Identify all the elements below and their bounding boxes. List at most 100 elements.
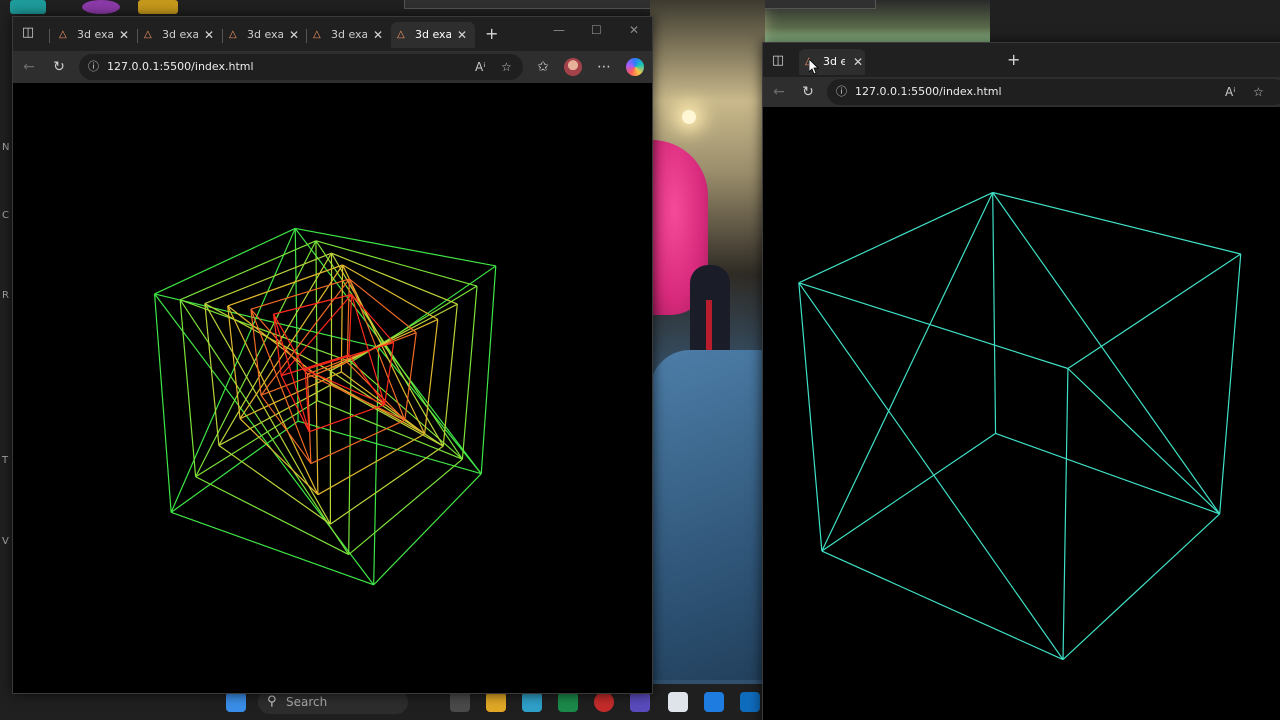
cube-edge	[1062, 513, 1221, 660]
folder-icon	[138, 0, 178, 14]
close-icon[interactable]: ✕	[457, 22, 467, 48]
refresh-icon[interactable]: ↻	[49, 57, 69, 77]
back-arrow-icon[interactable]: ←	[19, 57, 39, 77]
cube-edge	[1067, 368, 1221, 515]
navigation-toolbar: ← ↻ ⓘ 127.0.0.1:5500/index.html Aⁱ ☆	[763, 77, 1280, 107]
cube-edge	[995, 432, 1220, 515]
tab-actions-icon[interactable]: ◫	[20, 25, 36, 41]
cube-edge	[348, 294, 353, 356]
page-canvas[interactable]	[13, 83, 652, 693]
more-icon[interactable]: ⋯	[594, 57, 614, 77]
tab-separator	[49, 29, 50, 43]
page-canvas[interactable]	[763, 107, 1280, 720]
favorites-icon[interactable]: ✩	[533, 57, 553, 77]
cube-edge	[154, 293, 375, 586]
app-icon	[82, 0, 120, 14]
cube-edge	[348, 458, 463, 555]
tab-strip: ◫ △ 3d e ✕ +	[763, 43, 1280, 77]
close-icon[interactable]: ✕	[204, 22, 214, 48]
tab[interactable]: △ 3d exam ✕	[53, 22, 133, 48]
outlook-icon[interactable]	[740, 692, 760, 712]
close-icon[interactable]: ✕	[853, 49, 863, 75]
cube-edge	[1067, 253, 1242, 370]
cube-edge	[250, 308, 308, 375]
cube-edge	[424, 319, 439, 434]
tab[interactable]: △ 3d exam ✕	[223, 22, 303, 48]
tab-active[interactable]: △ 3d exam ✕	[391, 22, 475, 48]
close-icon[interactable]: ✕	[289, 22, 299, 48]
page-favicon-icon: △	[59, 29, 67, 40]
vscode-icon[interactable]	[704, 692, 724, 712]
cube-edge	[273, 293, 352, 315]
cube-edge	[346, 361, 406, 421]
cube-edge	[821, 550, 1064, 661]
cube-edge	[798, 191, 993, 284]
copilot-icon[interactable]	[626, 58, 644, 76]
app-icon[interactable]	[630, 692, 650, 712]
cube-edge	[179, 299, 197, 477]
tab-title: 3d e	[823, 55, 845, 68]
address-bar[interactable]: ⓘ 127.0.0.1:5500/index.html Aⁱ ☆	[827, 79, 1280, 105]
app-icon[interactable]	[558, 692, 578, 712]
tab-title: 3d exam	[247, 28, 283, 41]
cube-edge	[351, 294, 395, 343]
read-aloud-icon[interactable]: Aⁱ	[475, 54, 485, 80]
store-icon[interactable]	[668, 692, 688, 712]
remote-session-bar	[404, 0, 876, 9]
info-icon[interactable]: ⓘ	[836, 79, 847, 105]
address-url: 127.0.0.1:5500/index.html	[855, 85, 1002, 98]
start-icon[interactable]	[226, 692, 246, 712]
star-icon[interactable]: ☆	[501, 54, 512, 80]
cube-edge	[348, 361, 352, 555]
address-url: 127.0.0.1:5500/index.html	[107, 60, 254, 73]
app-icon[interactable]	[522, 692, 542, 712]
cube-edge	[821, 192, 994, 552]
cube-edge	[204, 252, 332, 305]
cube-edge	[342, 264, 426, 435]
back-arrow-icon[interactable]: ←	[769, 82, 789, 102]
close-icon[interactable]: ✕	[373, 22, 383, 48]
cube-edge	[442, 304, 458, 447]
window-close-button[interactable]: ✕	[629, 23, 639, 37]
minimize-button[interactable]: —	[553, 23, 565, 37]
cube-edge	[317, 433, 425, 496]
new-tab-button[interactable]: +	[485, 23, 498, 45]
task-view-icon[interactable]	[450, 692, 470, 712]
maximize-button[interactable]: ☐	[591, 23, 602, 37]
star-icon[interactable]: ☆	[1253, 79, 1264, 105]
info-icon[interactable]: ⓘ	[88, 54, 99, 80]
background-photo	[650, 0, 765, 720]
cube-edge	[195, 240, 317, 478]
app-icon	[10, 0, 46, 14]
browser-window-left: ◫ △ 3d exam ✕ △ 3d exam ✕ △ 3d exam ✕ △ …	[12, 16, 653, 694]
new-tab-button[interactable]: +	[1007, 49, 1020, 71]
app-icon[interactable]	[594, 692, 614, 712]
cube-edge	[250, 278, 350, 310]
cube-edge	[330, 445, 444, 525]
cube-edge	[310, 419, 406, 465]
cube-edge	[170, 228, 296, 513]
cube-edge	[307, 332, 417, 375]
tab-actions-icon[interactable]: ◫	[770, 53, 786, 69]
close-icon[interactable]: ✕	[119, 22, 129, 48]
cube-edge	[307, 373, 406, 421]
address-bar[interactable]: ⓘ 127.0.0.1:5500/index.html Aⁱ ☆	[79, 54, 523, 80]
refresh-icon[interactable]: ↻	[798, 82, 818, 102]
cube-edge	[154, 293, 172, 513]
tab[interactable]: △ 3d exam ✕	[138, 22, 218, 48]
cube-edge	[154, 227, 296, 295]
read-aloud-icon[interactable]: Aⁱ	[1225, 79, 1235, 105]
tab-title: 3d exam	[77, 28, 113, 41]
cube-edge	[315, 240, 463, 460]
file-explorer-icon[interactable]	[486, 692, 506, 712]
tab[interactable]: △ 3d exam ✕	[307, 22, 387, 48]
tab-strip: ◫ △ 3d exam ✕ △ 3d exam ✕ △ 3d exam ✕ △ …	[13, 17, 652, 51]
taskbar-search-label: Search	[286, 695, 328, 709]
plus-icon: +	[1007, 50, 1021, 69]
cube-edge	[260, 394, 312, 464]
browser-window-right: ◫ △ 3d e ✕ + ← ↻ ⓘ 127.0.0.1:5500/index.…	[762, 42, 1280, 720]
tab-title: 3d exam	[415, 28, 451, 41]
cube-edge	[1062, 368, 1069, 660]
profile-avatar[interactable]	[564, 58, 582, 76]
page-favicon-icon: △	[229, 29, 237, 40]
